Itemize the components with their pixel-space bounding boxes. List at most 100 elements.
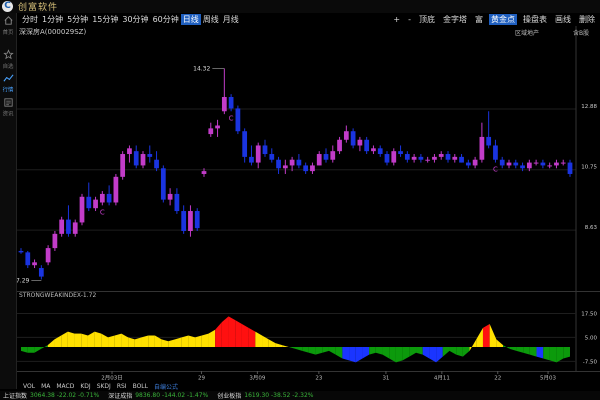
indicator-area-segment [21, 347, 28, 353]
tab-indicator-custom-formula[interactable]: 自编公式 [154, 382, 178, 391]
sidebar-item-favorites[interactable]: 自选 [0, 49, 17, 71]
indicator-area-segment [174, 337, 182, 347]
candle-body [52, 233, 58, 249]
candle-body [364, 139, 370, 152]
delete-button[interactable]: 删除 [577, 14, 597, 25]
candle-body [371, 148, 376, 152]
candlestick-chart[interactable]: 12.88 10.75 8.63 14.32 7.29 C C C [16, 26, 600, 291]
candle-body [411, 156, 417, 160]
zoom-out-button[interactable]: - [406, 14, 413, 25]
pyramid-button[interactable]: 金字塔 [441, 14, 469, 25]
indicator-area-segment [536, 347, 544, 359]
sidebar-item-label: 资讯 [3, 111, 14, 118]
candle-body [567, 162, 573, 174]
index-ticker-chinext[interactable]: 创业板指 1619.30 -38.52 -2.32% [214, 391, 313, 400]
candle-body [208, 128, 214, 135]
indicator-area-segment [529, 347, 537, 357]
candle-body [499, 159, 505, 166]
tab-indicator-ma[interactable]: MA [41, 383, 50, 390]
indicator-area-segment [395, 347, 403, 363]
candle-body [181, 211, 187, 231]
price-tick-label: 12.88 [581, 104, 597, 110]
tab-period-weekly[interactable]: 周线 [201, 14, 221, 25]
candle-body [221, 97, 227, 112]
sidebar-item-news[interactable]: 资讯 [0, 97, 17, 119]
tab-indicator-boll[interactable]: BOLL [133, 383, 148, 390]
candle-body [445, 154, 451, 160]
index-ticker-shanghai[interactable]: 上证指数 3064.38 -22.02 -0.71% [0, 391, 99, 400]
candle-body [140, 154, 146, 166]
stock-name-code: 深深房A(000029SZ) [19, 28, 87, 36]
index-values: 1619.30 -38.52 -2.32% [244, 392, 314, 399]
candle-body [452, 156, 458, 160]
indicator-area-segment [416, 347, 423, 355]
sidebar-item-home[interactable]: 首页 [0, 15, 17, 37]
candle-body [79, 196, 85, 223]
indicator-area-segment [275, 343, 283, 347]
indicator-area-segment [168, 339, 175, 347]
rich-button[interactable]: 富 [473, 14, 485, 25]
top-bottom-button[interactable]: 顶底 [417, 14, 437, 25]
indicator-tabs: VOL MA MACD KDJ SKDJ RSI BOLL 自编公式 [17, 381, 600, 391]
tab-period-daily[interactable]: 日线 [180, 14, 201, 25]
candle-body [133, 151, 139, 166]
indicator-area-segment [409, 347, 417, 357]
indicator-area-segment [34, 347, 42, 353]
indicator-area-segment [121, 333, 129, 347]
indicator-area-segment [436, 347, 443, 363]
zoom-in-button[interactable]: + [391, 14, 402, 25]
price-chart-panel[interactable]: 12.88 10.75 8.63 14.32 7.29 C C C 深深房A(000029SZ… [16, 26, 600, 291]
candle-body [154, 159, 159, 169]
strongweak-indicator-chart[interactable]: 17.50 5.00 -7.50 [17, 291, 600, 371]
indicator-area-segment [349, 347, 356, 363]
indicator-area-segment [422, 347, 430, 359]
indicator-area-segment [201, 333, 209, 347]
tab-indicator-rsi[interactable]: RSI [117, 383, 127, 390]
tab-period-5min[interactable]: 5分钟 [65, 14, 90, 25]
sector-label: 区域地产 [515, 30, 540, 37]
indicator-area-segment [47, 339, 55, 347]
tab-indicator-kdj[interactable]: KDJ [80, 383, 90, 390]
indicator-area-segment [429, 347, 437, 363]
trading-table-button[interactable]: 操盘表 [521, 14, 549, 25]
candle-body [113, 176, 119, 203]
candle-body [215, 125, 220, 129]
draw-line-button[interactable]: 画线 [553, 14, 573, 25]
tab-period-60min[interactable]: 60分钟 [151, 14, 181, 25]
star-icon [3, 49, 14, 60]
indicator-area-segment [134, 337, 142, 347]
index-ticker-shenzhen[interactable]: 深证成指 9836.80 -144.02 -1.47% [105, 391, 208, 400]
index-values: 9836.80 -144.02 -1.47% [135, 392, 209, 399]
candle-body [357, 139, 363, 146]
indicator-area-segment [241, 324, 249, 347]
tab-period-15min[interactable]: 15分钟 [90, 14, 120, 25]
candle-body [72, 222, 78, 234]
candle-body [465, 162, 471, 166]
tab-indicator-skdj[interactable]: SKDJ [97, 383, 111, 390]
indicator-chart-panel[interactable]: 17.50 5.00 -7.50 STRONGWEAKINDEX-1.72 [17, 291, 600, 371]
indicator-area-segment [141, 335, 149, 347]
tab-indicator-macd[interactable]: MACD [56, 383, 74, 390]
tab-period-1min[interactable]: 1分钟 [40, 14, 65, 25]
candle-body [99, 193, 105, 203]
candle-body [174, 193, 180, 212]
sidebar-item-market[interactable]: 行情 [0, 73, 17, 95]
indicator-area-segment [195, 335, 202, 347]
tab-period-30min[interactable]: 30分钟 [120, 14, 150, 25]
indicator-area-segment [503, 345, 510, 349]
candle-body [438, 154, 444, 157]
indicator-area-segment [41, 345, 48, 349]
candle-body [296, 159, 302, 166]
tab-period-monthly[interactable]: 月线 [221, 14, 241, 25]
candle-body [486, 136, 492, 146]
index-name: 深证成指 [108, 393, 133, 400]
tab-indicator-vol[interactable]: VOL [23, 383, 35, 390]
golden-point-button[interactable]: 黄金点 [489, 14, 517, 25]
candle-body [404, 154, 410, 160]
candle-body [459, 156, 464, 163]
tab-period-timeshare[interactable]: 分时 [20, 14, 40, 25]
candle-body [513, 162, 519, 166]
indicator-area-segment [322, 347, 329, 353]
indicator-area-segment [215, 322, 222, 347]
indicator-area-segment [188, 335, 196, 347]
